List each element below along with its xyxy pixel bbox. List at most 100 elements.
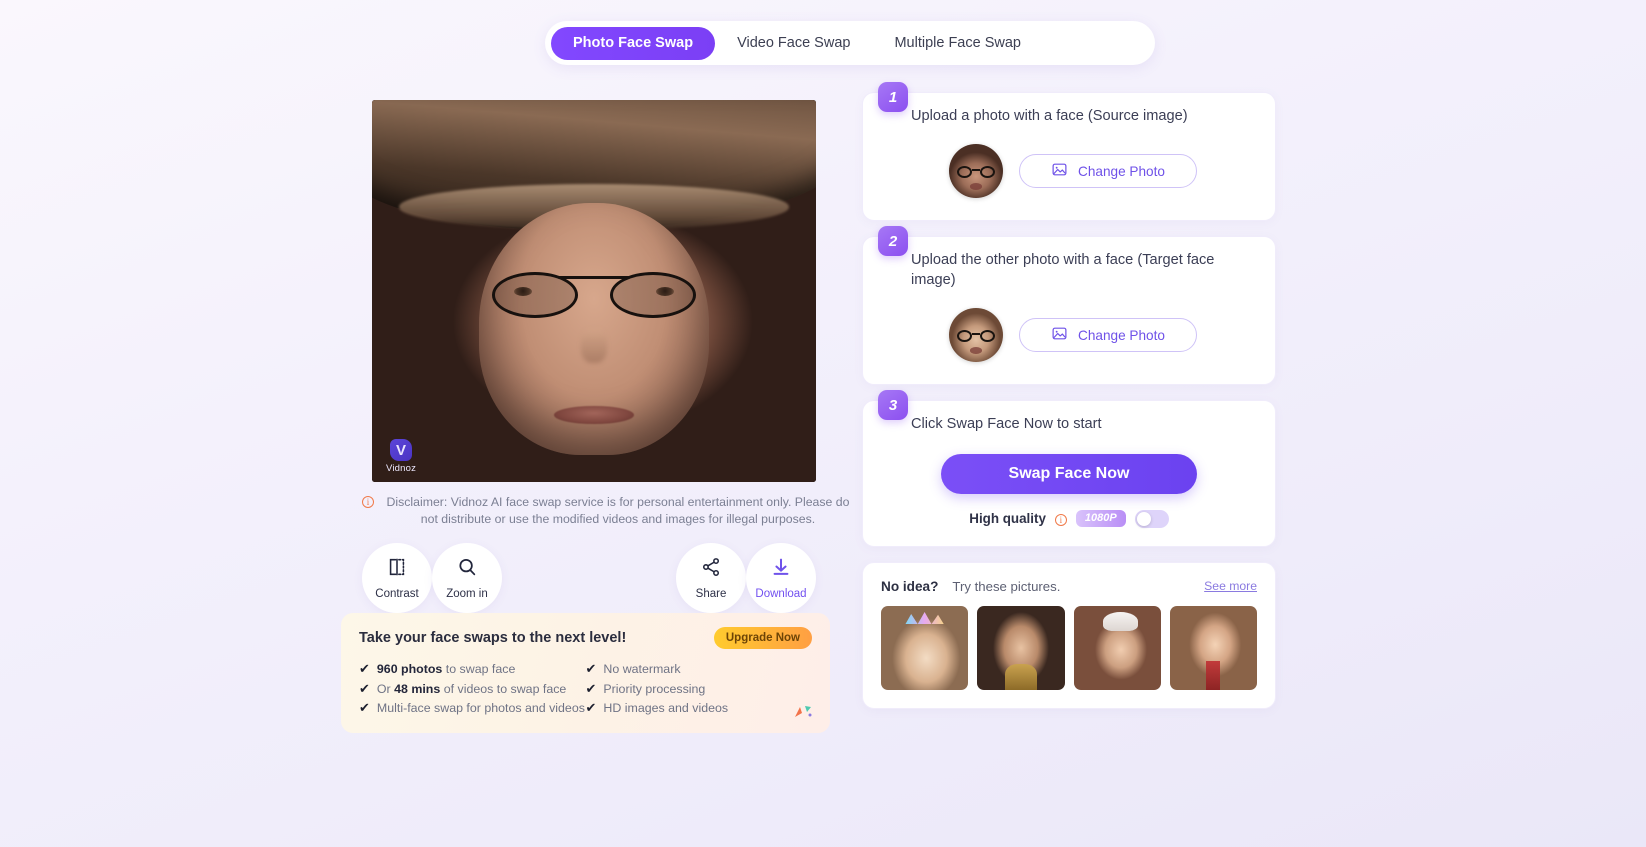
suggested-pictures-card: No idea? Try these pictures. See more [862,561,1276,709]
promo-feature-post: of videos to swap face [440,681,567,696]
face-swap-tabbar: Photo Face Swap Video Face Swap Multiple… [545,21,1155,65]
download-button[interactable]: Download [746,542,816,613]
check-icon: ✔ [359,661,370,676]
idea-thumb-2[interactable] [977,605,1065,690]
contrast-label: Contrast [375,587,419,600]
info-circle-icon[interactable]: i [1054,513,1067,526]
idea-thumb-3[interactable] [1073,605,1161,690]
quality-badge: 1080P [1075,510,1126,528]
share-icon [700,556,722,583]
step-card-1: 1 Upload a photo with a face (Source ima… [862,82,1276,222]
step-badge-1: 1 [878,82,908,112]
promo-feature-label: HD images and videos [603,701,729,715]
step-card-3: 3 Click Swap Face Now to start Swap Face… [862,390,1276,547]
high-quality-toggle[interactable] [1134,509,1169,528]
thumb-lens-left-icon [957,166,972,178]
image-toolbar: Contrast Zoom in Share Download [358,542,858,613]
idea-thumb-1[interactable] [881,605,969,690]
promo-feature-item: ✔ 960 photos to swap face [359,661,586,678]
steps-column: 1 Upload a photo with a face (Source ima… [862,82,1276,724]
see-more-link[interactable]: See more [1204,579,1257,593]
promo-feature-item: ✔ HD images and videos [586,700,813,717]
decorative-flag-icon [792,704,814,723]
thumb-lens-right-icon [980,166,995,178]
promo-feature-rest: Multi-face swap for photos and videos [376,701,585,715]
idea-thumb-4[interactable] [1169,605,1257,690]
promo-header: Take your face swaps to the next level! … [359,627,812,649]
promo-feature-item: ✔ Or 48 mins of videos to swap face [359,681,586,698]
download-label: Download [755,587,807,600]
tab-list: Photo Face Swap Video Face Swap Multiple… [545,21,1155,65]
promo-column-left: ✔ 960 photos to swap face ✔ Or 48 mins o… [359,661,586,720]
thumb-bridge-icon [972,332,980,335]
try-these-label: Try these pictures. [952,578,1061,594]
tab-video-face-swap[interactable]: Video Face Swap [715,27,872,60]
photo-glasses-bridge [558,275,630,279]
step-1-controls: Change Photo [863,126,1275,220]
share-button[interactable]: Share [676,542,746,613]
no-idea-label: No idea? [881,578,939,594]
step-2-title: Upload the other photo with a face (Targ… [911,252,1215,288]
change-target-photo-label: Change Photo [1078,327,1165,343]
zoom-in-label: Zoom in [446,587,488,600]
promo-feature-item: ✔ No watermark [586,661,813,678]
promo-feature-columns: ✔ 960 photos to swap face ✔ Or 48 mins o… [359,661,812,720]
change-source-photo-button[interactable]: Change Photo [1019,154,1197,189]
toggle-knob [1136,511,1151,526]
info-circle-icon: i [362,496,374,508]
promo-feature-item: ✔ Priority processing [586,681,813,698]
photo-mouth [554,405,634,424]
source-image-thumbnail[interactable] [949,144,1003,199]
promo-title: Take your face swaps to the next level! [359,630,627,646]
tab-photo-face-swap[interactable]: Photo Face Swap [551,26,716,60]
photo-lens-right [610,271,697,318]
watermark: V Vidnoz [386,439,416,474]
disclaimer-text: Disclaimer: Vidnoz AI face swap service … [386,495,850,527]
suggested-pictures-grid [863,594,1275,708]
download-icon [770,556,792,583]
step-badge-3: 3 [878,390,908,421]
image-icon [1051,325,1068,345]
tab-multiple-face-swap[interactable]: Multiple Face Swap [872,27,1043,60]
promo-feature-rest: to swap face [442,662,516,676]
thumb-lens-left-icon [957,329,972,342]
zoom-in-button[interactable]: Zoom in [432,542,502,613]
upgrade-now-button[interactable]: Upgrade Now [713,627,812,649]
swap-face-now-button[interactable]: Swap Face Now [941,453,1197,494]
thumb-bridge-icon [972,168,980,171]
promo-feature-label: Priority processing [603,681,706,696]
step-2-controls: Change Photo [863,290,1275,384]
target-image-thumbnail[interactable] [949,308,1003,363]
check-icon: ✔ [359,680,370,696]
thumb-lens-right-icon [980,329,995,342]
check-icon: ✔ [585,680,597,696]
watermark-label: Vidnoz [386,463,417,474]
step-card-2: 2 Upload the other photo with a face (Ta… [862,226,1276,386]
step-3-title: Click Swap Face Now to start [911,416,1102,433]
promo-feature-pre: Or [376,681,395,696]
result-image-preview[interactable]: V Vidnoz [372,100,816,482]
thumb-mouth [969,183,983,191]
photo-lens-left [491,271,578,318]
promo-feature-bold: 48 mins [394,681,441,696]
upgrade-promo-banner: Take your face swaps to the next level! … [341,613,830,733]
contrast-icon [386,556,408,583]
high-quality-row: High quality i 1080P [863,494,1275,546]
preview-column: V Vidnoz i Disclaimer: Vidnoz AI face sw… [358,100,849,613]
change-source-photo-label: Change Photo [1078,163,1165,179]
step-1-title: Upload a photo with a face (Source image… [911,108,1188,124]
contrast-button[interactable]: Contrast [362,542,432,613]
promo-feature-bold: 960 photos [376,662,443,676]
photo-nose [580,329,607,364]
thumb-mouth [969,347,983,355]
image-icon [1051,161,1068,181]
promo-feature-label: No watermark [603,662,681,676]
check-icon: ✔ [359,700,370,715]
step-badge-2: 2 [878,226,908,257]
check-icon: ✔ [585,661,597,676]
change-target-photo-button[interactable]: Change Photo [1019,318,1197,353]
high-quality-label: High quality [969,511,1046,527]
vidnoz-logo-icon: V [390,439,413,461]
disclaimer: i Disclaimer: Vidnoz AI face swap servic… [358,494,858,529]
share-label: Share [695,587,727,600]
